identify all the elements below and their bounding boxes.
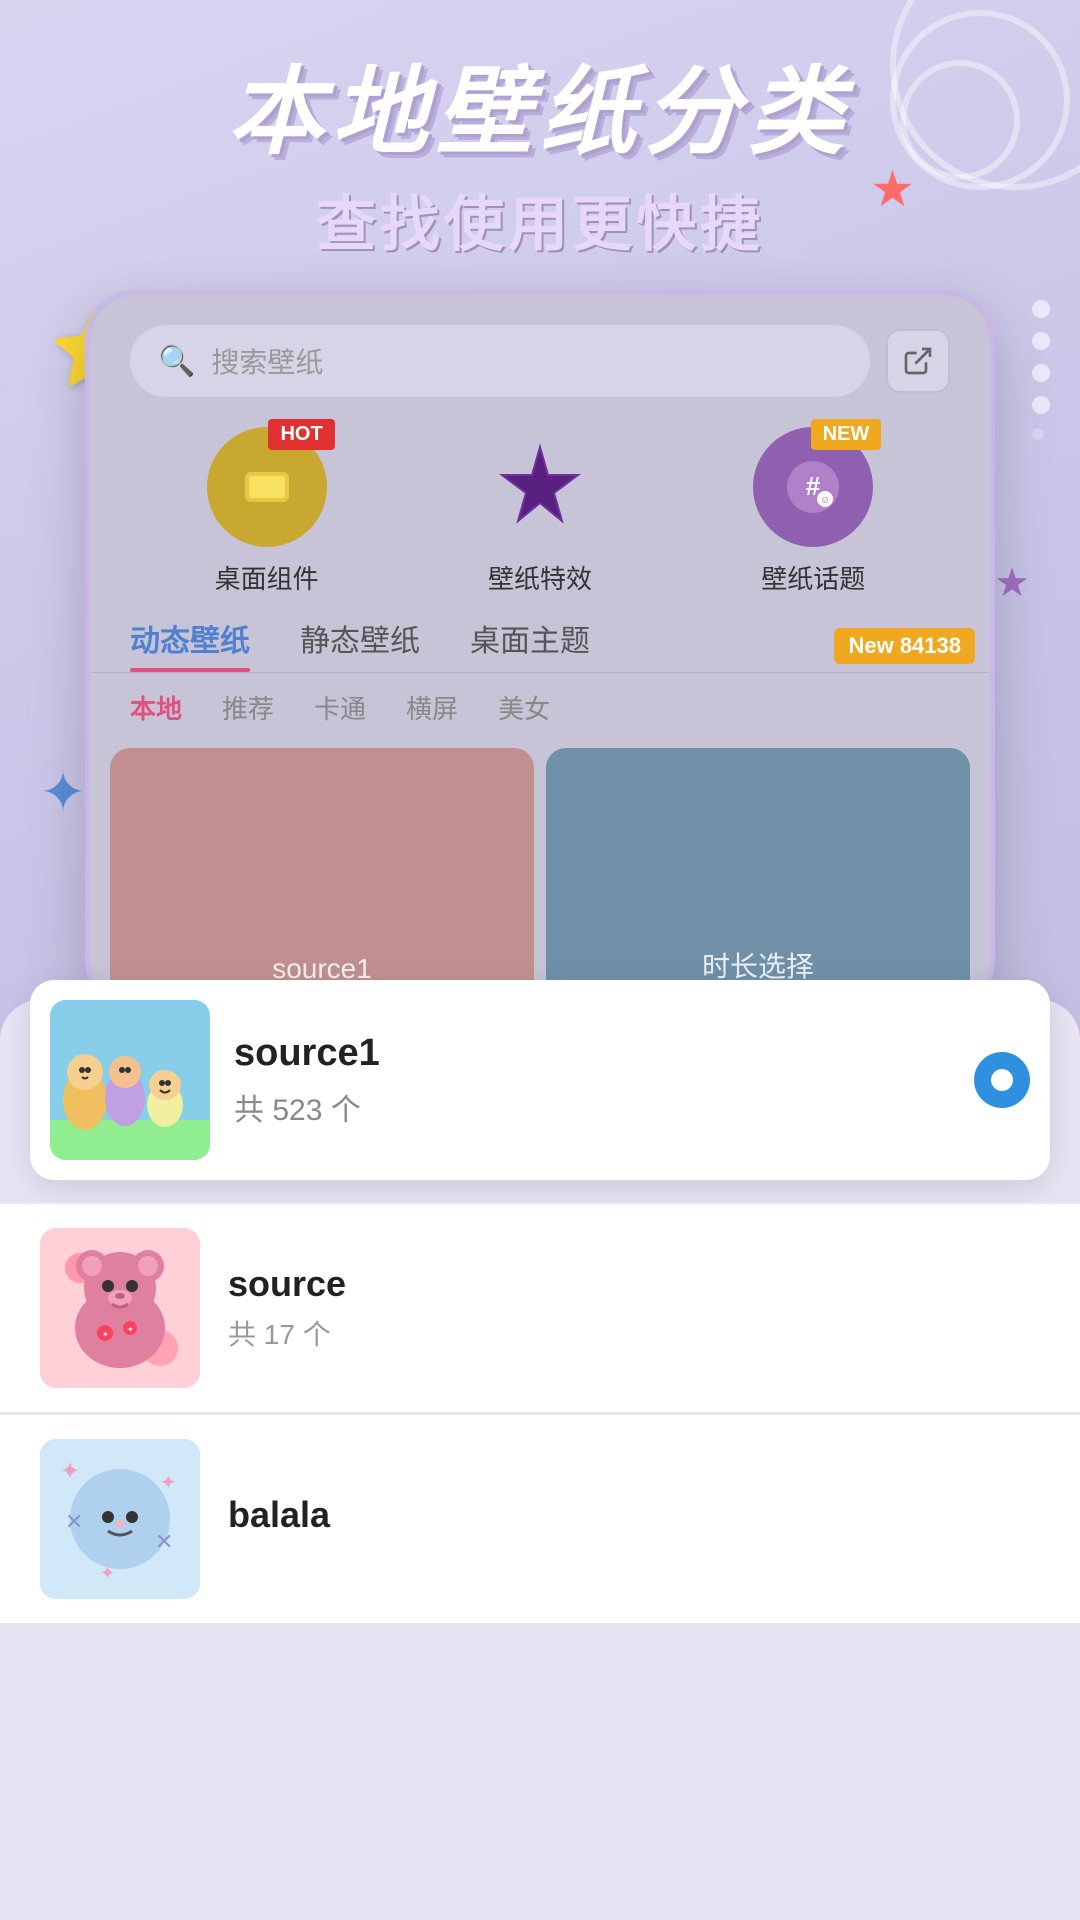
hot-badge: HOT [268,419,334,450]
svg-text:☺: ☺ [820,495,830,506]
source-count: 共 17 个 [228,1313,1040,1353]
tab-static[interactable]: 静态壁纸 [300,616,420,672]
svg-text:✦: ✦ [127,1325,134,1334]
source1-name: source1 [234,1032,950,1075]
list-item-source[interactable]: ✦ ✦ source 共 17 个 [0,1203,1080,1412]
svg-text:✦: ✦ [100,1563,115,1583]
sub-title: 查找使用更快捷 [0,176,1080,263]
subtab-cartoon[interactable]: 卡通 [314,683,366,732]
svg-text:✦: ✦ [160,1472,177,1494]
category-row: HOT 桌面组件 壁纸特效 [90,417,990,616]
desk-widget-icon [237,462,297,512]
list-item-source1-card[interactable]: source1 共 523 个 [30,980,1050,1180]
search-icon: 🔍 [158,344,195,379]
new-badge: NEW [811,419,882,450]
lotso-illustration: ✦ ✦ [40,1228,200,1388]
source1-radio[interactable] [974,1052,1030,1108]
svg-text:✦: ✦ [102,1330,109,1339]
grid-item-source1[interactable]: source1 [110,748,534,1005]
svg-text:✕: ✕ [155,1529,173,1554]
subtab-recommend[interactable]: 推荐 [222,683,274,732]
list-item-balala[interactable]: ✦ ✦ ✦ ✕ ✕ balala [0,1415,1080,1623]
source1-thumbnail [50,1000,210,1160]
star-blue-icon: ✦ [40,760,86,824]
source1-count: 共 523 个 [234,1085,950,1129]
cat-effect-label: 壁纸特效 [488,559,592,596]
source1-info: source1 共 523 个 [234,1032,950,1129]
balala-name: balala [228,1494,1040,1536]
source-thumbnail: ✦ ✦ [40,1228,200,1388]
search-bar-container: 🔍 搜索壁纸 [90,295,990,417]
header-section: 本地壁纸分类 查找使用更快捷 [0,60,1080,263]
main-title: 本地壁纸分类 [0,60,1080,166]
content-grid: source1 时长选择 [90,748,990,1005]
balala-illustration: ✦ ✦ ✦ ✕ ✕ [40,1439,200,1599]
new-84138-badge: New 84138 [834,628,975,664]
effect-icon [490,437,590,537]
tab-dynamic[interactable]: 动态壁纸 [130,616,250,672]
svg-text:✦: ✦ [60,1458,80,1485]
sub-tabs: 本地 推荐 卡通 横屏 美女 [90,683,990,732]
dots-decoration [1032,300,1050,440]
subtab-beauty[interactable]: 美女 [498,683,550,732]
list-items-container: ✦ ✦ source 共 17 个 ✦ ✦ ✦ ✕ ✕ [0,1200,1080,1626]
source-name: source [228,1263,1040,1305]
search-bar[interactable]: 🔍 搜索壁纸 [130,325,870,397]
category-topic[interactable]: NEW # ☺ 壁纸话题 [753,427,873,596]
source-info: source 共 17 个 [228,1263,1040,1353]
grid-label-duration: 时长选择 [546,945,970,985]
category-desk[interactable]: HOT 桌面组件 [207,427,327,596]
search-placeholder: 搜索壁纸 [211,341,323,381]
star-purple-icon: ★ [994,560,1030,606]
share-button[interactable] [886,329,950,393]
balala-thumbnail: ✦ ✦ ✦ ✕ ✕ [40,1439,200,1599]
cat-topic-label: 壁纸话题 [761,559,865,596]
tab-desktop-theme[interactable]: 桌面主题 [470,616,590,672]
shinchan-illustration [50,1000,210,1160]
radio-inner [991,1069,1013,1091]
balala-info: balala [228,1494,1040,1544]
subtab-local[interactable]: 本地 [130,683,182,732]
cat-desk-label: 桌面组件 [215,559,319,596]
subtab-landscape[interactable]: 横屏 [406,683,458,732]
category-effect[interactable]: 壁纸特效 [480,427,600,596]
topic-icon: # ☺ [783,457,843,517]
svg-text:✕: ✕ [65,1509,83,1534]
grid-item-duration[interactable]: 时长选择 [546,748,970,1005]
